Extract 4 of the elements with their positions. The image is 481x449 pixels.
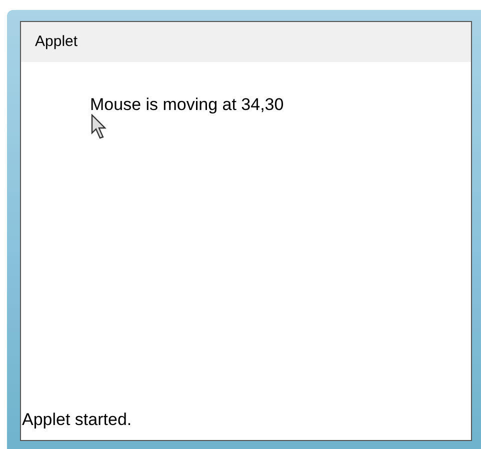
menu-item[interactable]: Applet — [35, 30, 78, 54]
cursor-icon — [91, 114, 109, 140]
mouse-message: Mouse is moving at 34,30 — [90, 94, 284, 116]
status-text: Applet started. — [21, 408, 133, 430]
